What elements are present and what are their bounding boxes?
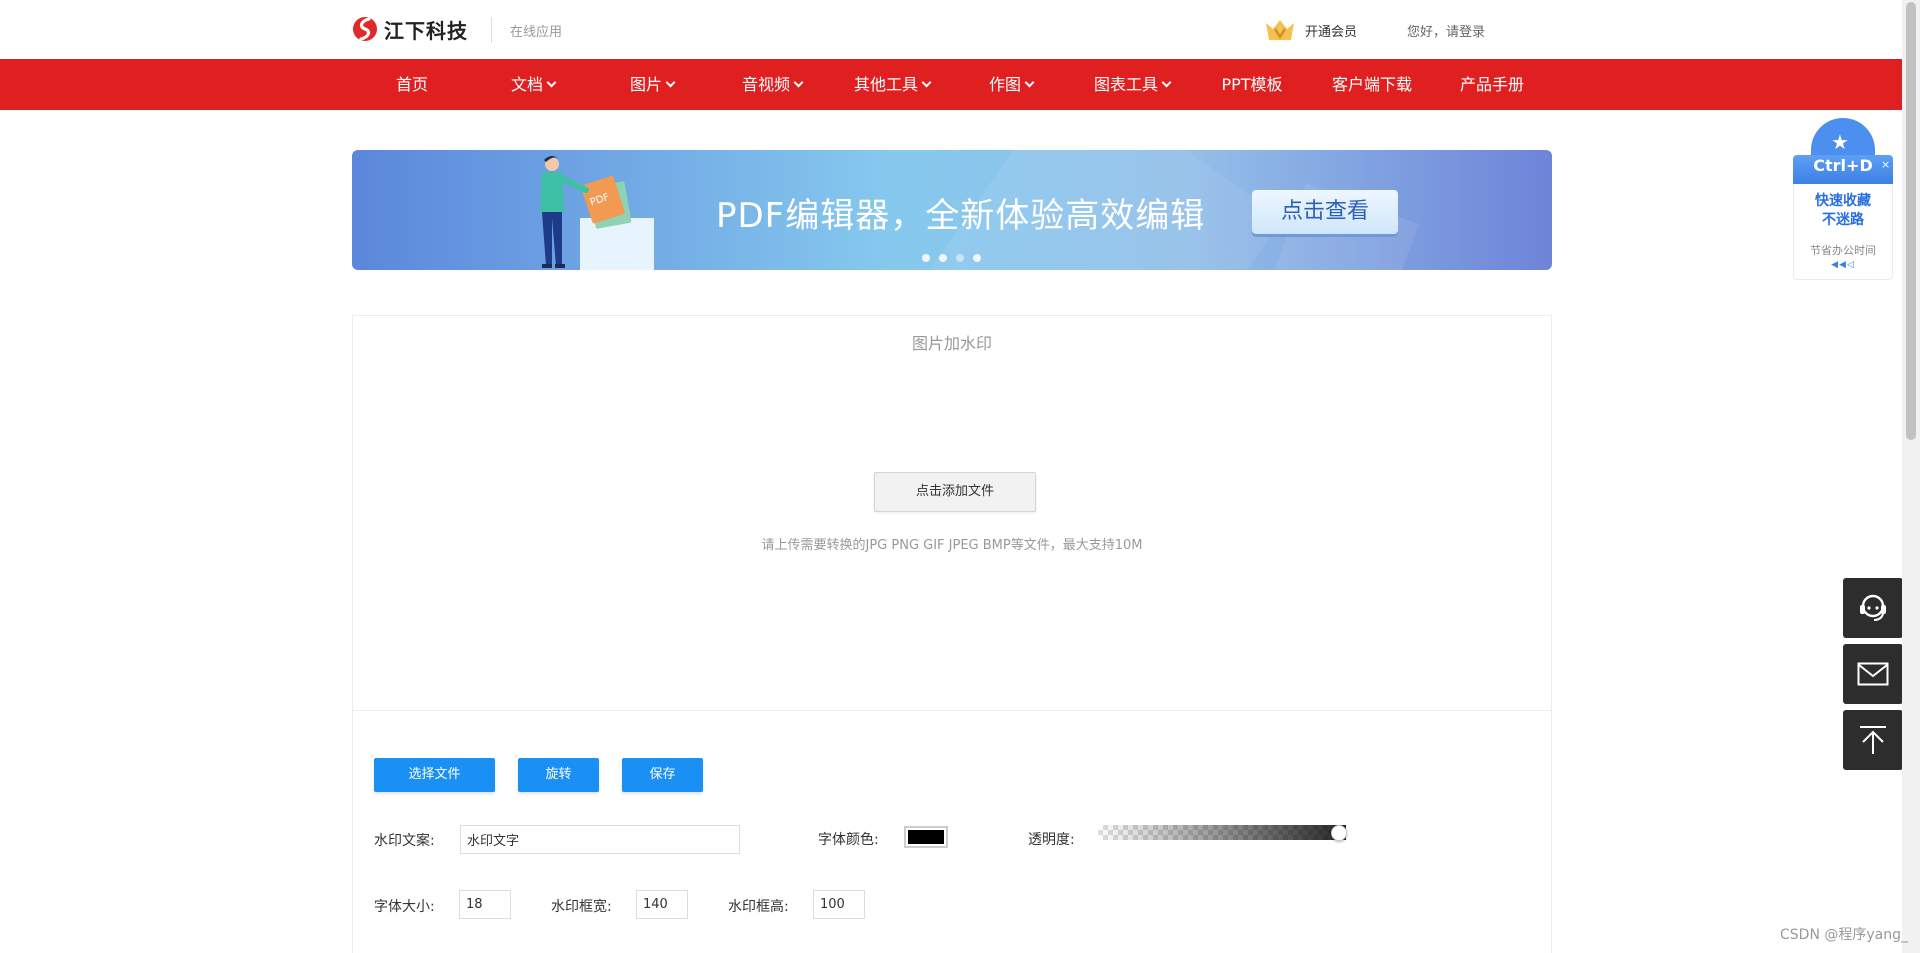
chevron-down-icon: [665, 77, 676, 88]
banner-headline: PDF编辑器，全新体验高效编辑: [716, 196, 1206, 236]
rotate-button[interactable]: 旋转: [518, 758, 599, 792]
page: 江下科技 在线应用 开通会员 您好，请登录 首页 文档 图片 音视频 其他工具: [0, 0, 1920, 953]
opacity-slider-thumb[interactable]: [1331, 825, 1347, 841]
page-scrollbar[interactable]: [1902, 0, 1920, 953]
choose-file-button[interactable]: 选择文件: [374, 758, 495, 792]
box-width-label: 水印框宽:: [551, 899, 612, 915]
customer-service-button[interactable]: [1843, 578, 1903, 638]
fav-main-text: 快速收藏 不迷路: [1794, 192, 1892, 230]
nav-item-label: 图片: [629, 75, 662, 94]
chevron-down-icon: [1161, 77, 1172, 88]
panel-divider: [353, 710, 1551, 711]
opacity-slider-track[interactable]: [1098, 825, 1346, 840]
nav-item-media[interactable]: 音视频: [739, 59, 805, 110]
bookmark-reminder-widget[interactable]: ★ Ctrl+D × 快速收藏 不迷路 节省办公时间 ◀◀◁: [1793, 118, 1893, 280]
message-button[interactable]: [1843, 644, 1903, 704]
bookmark-shortcut: Ctrl+D: [1813, 156, 1873, 175]
nav-item-label: 客户端下载: [1331, 75, 1412, 94]
nav-item-label: 音视频: [741, 75, 790, 94]
arrow-left-icon: ◀◀◁: [1831, 260, 1855, 270]
banner-dot[interactable]: [939, 254, 947, 262]
banner-pagination: [922, 254, 990, 262]
chevron-down-icon: [546, 77, 557, 88]
mail-icon: [1857, 662, 1889, 686]
vip-button[interactable]: 开通会员: [1263, 17, 1357, 43]
font-size-input[interactable]: [459, 890, 511, 919]
watermark-text-input[interactable]: [460, 825, 740, 854]
watermark-text-label: 水印文案:: [374, 833, 435, 849]
login-link[interactable]: 您好，请登录: [1407, 21, 1485, 40]
upload-hint: 请上传需要转换的JPG PNG GIF JPEG BMP等文件，最大支持10M: [761, 538, 1143, 553]
nav-item-docs[interactable]: 文档: [508, 59, 558, 110]
tool-title: 图片加水印: [911, 334, 992, 353]
close-icon[interactable]: ×: [1881, 158, 1890, 171]
fav-main-line: 不迷路: [1822, 212, 1864, 228]
font-size-label: 字体大小:: [374, 899, 435, 915]
add-file-button[interactable]: 点击添加文件: [874, 472, 1036, 512]
nav-item-label: 图表工具: [1093, 75, 1158, 94]
nav-item-images[interactable]: 图片: [627, 59, 677, 110]
watermark-tool-panel: 图片加水印 点击添加文件 请上传需要转换的JPG PNG GIF JPEG BM…: [352, 315, 1552, 953]
logo-mark-icon: [353, 17, 377, 41]
save-button[interactable]: 保存: [622, 758, 703, 792]
nav-item-label: PPT模板: [1221, 75, 1283, 94]
font-color-picker[interactable]: [904, 826, 948, 848]
nav-item-manual[interactable]: 产品手册: [1458, 59, 1526, 110]
nav-item-label: 其他工具: [853, 75, 918, 94]
header-divider: [491, 17, 492, 43]
person-illustration-icon: PDF: [540, 156, 654, 270]
banner-dot[interactable]: [956, 254, 964, 262]
brand-name: 江下科技: [384, 18, 468, 43]
chevron-down-icon: [793, 77, 804, 88]
fav-main-line: 快速收藏: [1815, 193, 1871, 209]
nav-item-label: 产品手册: [1459, 75, 1524, 94]
header-subtitle: 在线应用: [510, 25, 563, 40]
nav-item-client-download[interactable]: 客户端下载: [1330, 59, 1414, 110]
chevron-down-icon: [1024, 77, 1035, 88]
arrow-up-icon: [1860, 726, 1886, 754]
source-watermark: CSDN @程序yang_: [1780, 927, 1908, 943]
nav-item-home[interactable]: 首页: [395, 59, 429, 110]
nav-item-other-tools[interactable]: 其他工具: [851, 59, 933, 110]
promo-banner[interactable]: PDF PDF编辑器，全新体验高效编辑 点击查看: [352, 150, 1552, 270]
crown-icon: [1266, 20, 1294, 40]
nav-item-ppt-templates[interactable]: PPT模板: [1219, 59, 1285, 110]
box-width-input[interactable]: [636, 890, 688, 919]
box-height-input[interactable]: [813, 890, 865, 919]
fav-body: 快速收藏 不迷路 节省办公时间 ◀◀◁: [1793, 184, 1893, 280]
font-color-label: 字体颜色:: [818, 832, 879, 848]
scrollbar-thumb[interactable]: [1906, 2, 1916, 440]
chevron-down-icon: [921, 77, 932, 88]
nav-item-label: 作图: [988, 75, 1021, 94]
back-to-top-button[interactable]: [1843, 710, 1903, 770]
nav-item-chart-tools[interactable]: 图表工具: [1091, 59, 1173, 110]
nav-item-label: 文档: [510, 75, 543, 94]
logo[interactable]: 江下科技: [352, 14, 468, 44]
fav-sub-text: 节省办公时间: [1810, 244, 1876, 257]
opacity-label: 透明度:: [1028, 832, 1075, 848]
nav-item-label: 首页: [395, 75, 428, 94]
header: 江下科技 在线应用 开通会员 您好，请登录: [0, 0, 1902, 59]
nav-item-drawing[interactable]: 作图: [986, 59, 1036, 110]
banner-dot[interactable]: [922, 254, 930, 262]
headset-icon: [1860, 594, 1886, 621]
vip-label: 开通会员: [1305, 24, 1358, 40]
main-nav: 首页 文档 图片 音视频 其他工具 作图 图表工具 PPT模板 客户端下载 产品…: [0, 59, 1902, 110]
banner-dot[interactable]: [973, 254, 981, 262]
star-icon: ★: [1831, 130, 1849, 154]
box-height-label: 水印框高:: [728, 899, 789, 915]
banner-view-button[interactable]: 点击查看: [1252, 190, 1398, 234]
font-color-fill: [906, 828, 946, 846]
